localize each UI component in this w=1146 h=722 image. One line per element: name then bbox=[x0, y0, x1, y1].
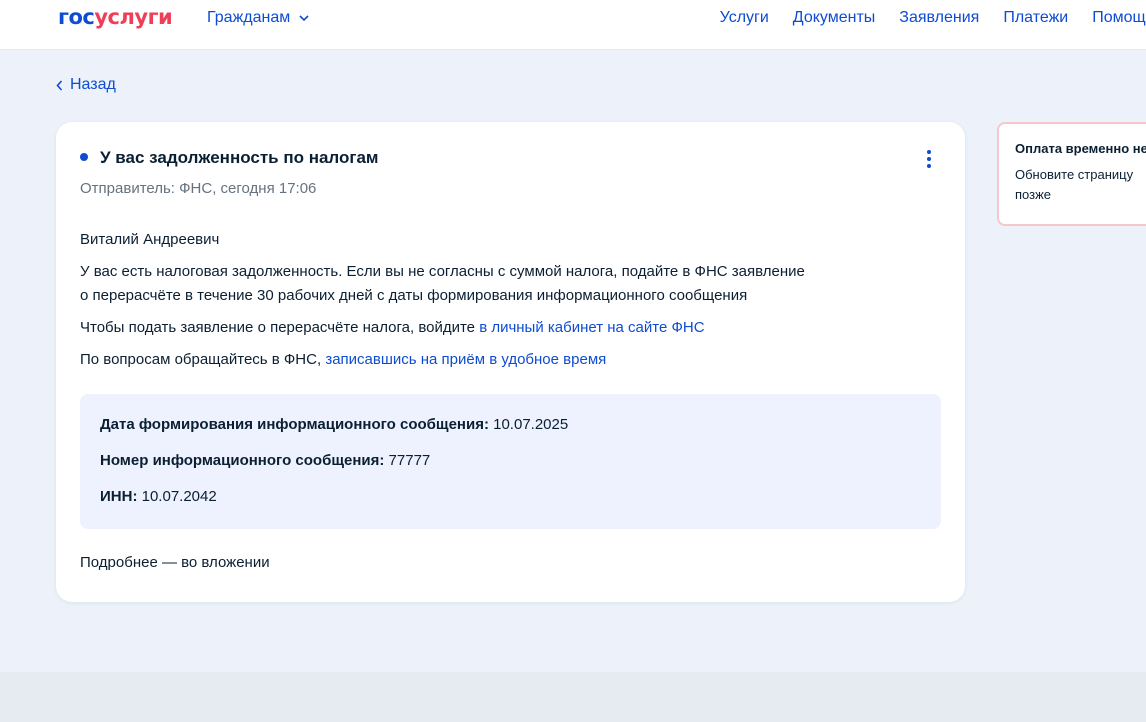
paragraph-contact: По вопросам обращайтесь в ФНС, записавши… bbox=[80, 351, 607, 368]
top-header: госуслуги Гражданам Услуги Документы Зая… bbox=[0, 0, 1146, 50]
info-box: Дата формирования информационного сообще… bbox=[80, 394, 941, 529]
info-number-row: Номер информационного сообщения: 77777 bbox=[100, 452, 431, 469]
info-date-row: Дата формирования информационного сообще… bbox=[100, 416, 569, 433]
paragraph-recalculation: Чтобы подать заявление о перерасчёте нал… bbox=[80, 319, 705, 336]
top-nav: Услуги Документы Заявления Платежи Помощ… bbox=[720, 9, 1146, 27]
chevron-down-icon bbox=[299, 15, 309, 22]
chevron-left-icon bbox=[56, 79, 63, 91]
nav-services[interactable]: Услуги bbox=[720, 9, 769, 27]
message-card: У вас задолженность по налогам Отправите… bbox=[56, 122, 965, 602]
message-title: У вас задолженность по налогам bbox=[100, 148, 379, 167]
footer-area bbox=[0, 672, 1146, 722]
fns-cabinet-link[interactable]: в личный кабинет на сайте ФНС bbox=[479, 319, 704, 336]
greeting: Виталий Андреевич bbox=[80, 231, 220, 248]
more-menu-icon[interactable] bbox=[922, 148, 936, 170]
message-sender: Отправитель: ФНС, сегодня 17:06 bbox=[80, 180, 317, 197]
gosuslugi-logo[interactable]: госуслуги bbox=[58, 5, 173, 29]
notice-title: Оплата временно не bbox=[1015, 141, 1146, 156]
payment-unavailable-notice: Оплата временно не Обновите страницу поз… bbox=[997, 122, 1146, 226]
nav-help[interactable]: Помощь bbox=[1092, 9, 1146, 27]
audience-label: Гражданам bbox=[207, 9, 291, 26]
audience-dropdown[interactable]: Гражданам bbox=[207, 9, 309, 27]
back-label: Назад bbox=[70, 76, 116, 93]
message-body: Виталий Андреевич У вас есть налоговая з… bbox=[80, 228, 940, 380]
attachment-note: Подробнее — во вложении bbox=[80, 554, 270, 571]
notice-text: Обновите страницу позже bbox=[1015, 167, 1134, 202]
nav-documents[interactable]: Документы bbox=[793, 9, 875, 27]
paragraph-debt: У вас есть налоговая задолженность. Если… bbox=[80, 263, 805, 304]
appointment-link[interactable]: записавшись на приём в удобное время bbox=[325, 351, 606, 368]
unread-dot bbox=[80, 153, 88, 161]
nav-payments[interactable]: Платежи bbox=[1003, 9, 1068, 27]
nav-applications[interactable]: Заявления bbox=[899, 9, 979, 27]
info-inn-row: ИНН: 10.07.2042 bbox=[100, 488, 217, 505]
back-link[interactable]: Назад bbox=[56, 76, 116, 94]
